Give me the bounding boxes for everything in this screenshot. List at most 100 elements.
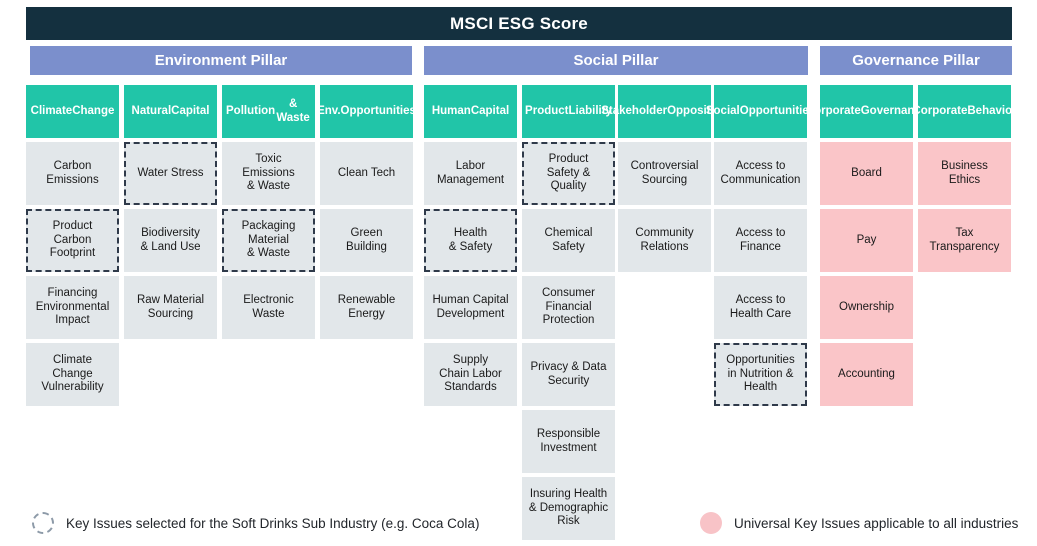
key-issue[interactable]: Electronic Waste (222, 276, 315, 339)
category-header-line: Human (431, 104, 471, 117)
category-header-line: Corporate (805, 104, 861, 117)
key-issue-line: Supply (452, 354, 489, 367)
key-issue[interactable]: Access to Health Care (714, 276, 807, 339)
category-column: Stakeholder Opposition Controversial Sourci… (601, 85, 728, 276)
key-issue-line: in Nutrition & (727, 367, 794, 380)
category-column: Env. Opportunities Clean Tech Green Building… (317, 85, 416, 343)
category-header[interactable]: Env. Opportunities (317, 85, 416, 138)
key-issue-universal[interactable]: Pay (820, 209, 913, 272)
key-issue-text: Financing Environmental Impact (36, 287, 110, 328)
key-issue[interactable]: Climate Change Vulnerability (26, 343, 119, 406)
key-issue-selected[interactable]: Opportunities in Nutrition & Health (714, 343, 807, 406)
category-header-line: Stakeholder (601, 104, 668, 117)
key-issue[interactable]: Human Capital Development (424, 276, 517, 339)
category-header[interactable]: Corporate Governance (806, 85, 927, 138)
category-header-line: Change (72, 104, 115, 117)
key-issue-text: Human Capital Development (432, 294, 508, 321)
key-issue[interactable]: Clean Tech (320, 142, 413, 205)
key-issue-universal[interactable]: Ownership (820, 276, 913, 339)
key-issue-line: Biodiversity (141, 227, 200, 239)
category-header-line: Product (525, 104, 569, 117)
category-header[interactable]: Human Capital (424, 85, 517, 138)
key-issue-line: Electronic (243, 294, 294, 306)
category-header[interactable]: Corporate Behavior (912, 85, 1017, 138)
key-issue[interactable]: Financing Environmental Impact (26, 276, 119, 339)
legend-item-selected: Key Issues selected for the Soft Drinks … (32, 512, 479, 534)
key-issue[interactable]: Renewable Energy (320, 276, 413, 339)
key-issue-selected[interactable]: Water Stress (124, 142, 217, 205)
key-issue-universal[interactable]: Board (820, 142, 913, 205)
category-header[interactable]: Pollution & Waste (222, 85, 315, 138)
key-issue-line: Access to (735, 227, 786, 239)
key-issue-text: Water Stress (137, 167, 203, 181)
key-issue[interactable]: Chemical Safety (522, 209, 615, 272)
key-issue-selected[interactable]: Packaging Material & Waste (222, 209, 315, 272)
key-issue[interactable]: Toxic Emissions & Waste (222, 142, 315, 205)
legend-item-universal: Universal Key Issues applicable to all i… (700, 512, 1018, 534)
key-issue-line: Building (346, 240, 387, 253)
category-header-line: Pollution (226, 104, 276, 117)
key-issue-universal[interactable]: Business Ethics (918, 142, 1011, 205)
key-issue[interactable]: Privacy & Data Security (522, 343, 615, 406)
key-issue-line: Ownership (839, 300, 894, 313)
key-issue[interactable]: Controversial Sourcing (618, 142, 711, 205)
key-issue[interactable]: Insuring Health & Demographic Risk (522, 477, 615, 540)
key-issue-line: Protection (542, 314, 595, 327)
key-issue-line: Sourcing (147, 307, 194, 320)
key-issue-universal[interactable]: Accounting (820, 343, 913, 406)
category-header[interactable]: Social Opportunities (706, 85, 815, 138)
category-column: Corporate Behavior Business Ethics Tax Transp… (912, 85, 1017, 276)
category-header-line: Social (705, 104, 740, 117)
key-issue-line: Pay (856, 233, 877, 246)
category-header[interactable]: Natural Capital (124, 85, 217, 138)
dashed-circle-icon (32, 512, 54, 534)
pillar-header-governance: Governance Pillar (820, 46, 1012, 75)
key-issue-line: Waste (252, 307, 285, 320)
key-issue-line: Board (851, 166, 882, 179)
key-issue[interactable]: Community Relations (618, 209, 711, 272)
category-column: Natural Capital Water Stress Biodiversity & … (124, 85, 217, 343)
key-issue[interactable]: Consumer Financial Protection (522, 276, 615, 339)
pillar-header-environment: Environment Pillar (30, 46, 412, 75)
key-issue-universal[interactable]: Tax Transparency (918, 209, 1011, 272)
category-header[interactable]: Climate Change (26, 85, 119, 138)
key-issue-text: Pay (857, 234, 877, 248)
category-header-line: Env. (317, 104, 341, 117)
key-issue-line: Security (547, 374, 590, 387)
key-issue-text: Climate Change Vulnerability (41, 354, 103, 395)
category-column: Product Liability Product Safety & Quality Ch… (522, 85, 615, 544)
key-issue[interactable]: Raw Material Sourcing (124, 276, 217, 339)
category-column: Corporate Governance Board Pay Ownership Acco… (806, 85, 927, 410)
key-issue-line: Relations (640, 240, 689, 253)
key-issue[interactable]: Access to Communication (714, 142, 807, 205)
key-issue-selected[interactable]: Health & Safety (424, 209, 517, 272)
page-title: MSCI ESG Score (26, 7, 1012, 40)
category-header-line: Natural (131, 104, 172, 117)
key-issue-line: Sourcing (641, 173, 688, 186)
key-issue-line: Development (436, 307, 505, 320)
key-issue-line: Vulnerability (41, 381, 104, 394)
key-issue-line: Finance (740, 240, 781, 253)
key-issue-line: Impact (55, 314, 90, 327)
legend-label-selected: Key Issues selected for the Soft Drinks … (66, 515, 480, 531)
key-issue-text: Product Carbon Footprint (50, 220, 95, 261)
key-issue-text: Insuring Health & Demographic Risk (529, 488, 608, 529)
category-header[interactable]: Stakeholder Opposition (601, 85, 728, 138)
key-issue[interactable]: Labor Management (424, 142, 517, 205)
key-issue-line: Communication (720, 173, 801, 186)
key-issue[interactable]: Biodiversity & Land Use (124, 209, 217, 272)
key-issue[interactable]: Carbon Emissions (26, 142, 119, 205)
key-issue-text: Raw Material Sourcing (137, 294, 204, 321)
key-issue-selected[interactable]: Product Carbon Footprint (26, 209, 119, 272)
key-issue-line: Safety & (546, 166, 591, 179)
key-issue-text: Board (851, 167, 882, 181)
key-issue[interactable]: Access to Finance (714, 209, 807, 272)
key-issue-selected[interactable]: Product Safety & Quality (522, 142, 615, 205)
key-issue-text: Privacy & Data Security (530, 361, 606, 388)
key-issue-line: Emissions (242, 166, 295, 179)
key-issue-line: Standards (444, 381, 497, 394)
key-issue[interactable]: Green Building (320, 209, 413, 272)
key-issue-line: Management (436, 173, 505, 186)
key-issue[interactable]: Responsible Investment (522, 410, 615, 473)
key-issue[interactable]: Supply Chain Labor Standards (424, 343, 517, 406)
